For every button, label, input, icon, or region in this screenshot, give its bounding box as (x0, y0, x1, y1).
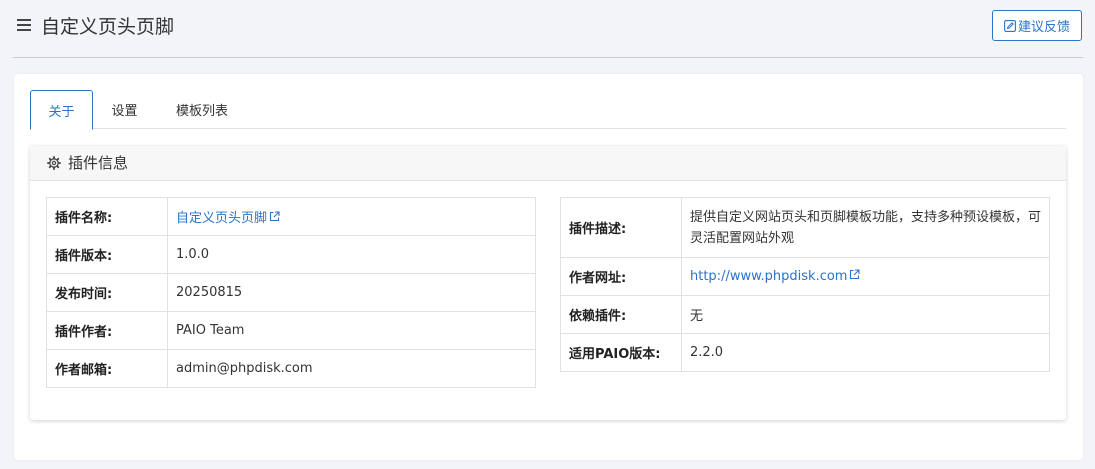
author-email-value: admin@phpdisk.com (167, 349, 536, 388)
gear-icon (47, 156, 61, 170)
plugin-author-label: 插件作者: (46, 311, 168, 350)
table-row: 依赖插件: 无 (560, 295, 1050, 334)
header-divider (13, 57, 1083, 58)
table-row: 插件作者: PAIO Team (46, 311, 536, 350)
table-row: 插件版本: 1.0.0 (46, 235, 536, 274)
plugin-info-table-left: 插件名称: 自定义页头页脚 插件版本: 1.0.0 发布时间: 20250815… (46, 197, 536, 388)
page-title: 自定义页头页脚 (41, 16, 175, 38)
tab-template-list[interactable]: 模板列表 (160, 90, 244, 129)
external-link-icon (850, 269, 861, 280)
paio-version-value: 2.2.0 (681, 333, 1050, 372)
plugin-version-value: 1.0.0 (167, 235, 536, 274)
table-row: 作者网址: http://www.phpdisk.com (560, 257, 1050, 296)
paio-version-label: 适用PAIO版本: (560, 333, 682, 372)
author-website-value: http://www.phpdisk.com (690, 269, 848, 284)
dependency-value: 无 (681, 295, 1050, 334)
plugin-info-title: 插件信息 (68, 154, 129, 172)
plugin-version-label: 插件版本: (46, 235, 168, 274)
edit-icon (1004, 19, 1016, 32)
plugin-info-header: 插件信息 (30, 146, 1066, 181)
tab-settings[interactable]: 设置 (93, 90, 156, 129)
plugin-name-cell: 自定义页头页脚 (167, 197, 536, 236)
plugin-author-value: PAIO Team (167, 311, 536, 350)
release-date-label: 发布时间: (46, 273, 168, 312)
plugin-info-table-right: 插件描述: 提供自定义网站页头和页脚模板功能，支持多种预设模板，可灵活配置网站外… (560, 197, 1050, 372)
table-row: 插件描述: 提供自定义网站页头和页脚模板功能，支持多种预设模板，可灵活配置网站外… (560, 197, 1050, 258)
table-row: 适用PAIO版本: 2.2.0 (560, 333, 1050, 372)
plugin-name-link[interactable]: 自定义页头页脚 (176, 211, 280, 226)
plugin-info-card: 插件信息 插件名称: 自定义页头页脚 插件版本: 1.0.0 发布时间: 202… (30, 146, 1066, 420)
table-row: 作者邮箱: admin@phpdisk.com (46, 349, 536, 388)
dependency-label: 依赖插件: (560, 295, 682, 334)
author-website-link[interactable]: http://www.phpdisk.com (690, 269, 861, 284)
feedback-button-label: 建议反馈 (1017, 20, 1070, 35)
plugin-description-value: 提供自定义网站页头和页脚模板功能，支持多种预设模板，可灵活配置网站外观 (681, 197, 1050, 258)
release-date-value: 20250815 (167, 273, 536, 312)
external-link-icon (269, 211, 280, 222)
plugin-name-label: 插件名称: (46, 197, 168, 236)
plugin-name-value: 自定义页头页脚 (176, 211, 268, 226)
author-website-label: 作者网址: (560, 257, 682, 296)
feedback-button[interactable]: 建议反馈 (992, 10, 1082, 41)
tab-about[interactable]: 关于 (30, 90, 93, 130)
page-header: 自定义页头页脚 建议反馈 (0, 0, 1095, 58)
table-row: 发布时间: 20250815 (46, 273, 536, 312)
main-card: 关于 设置 模板列表 插件信息 插件名称: 自定义页头页脚 插件版本: 1.0.… (14, 74, 1083, 460)
table-row: 插件名称: 自定义页头页脚 (46, 197, 536, 236)
author-email-label: 作者邮箱: (46, 349, 168, 388)
menu-icon[interactable] (17, 18, 31, 32)
author-website-cell: http://www.phpdisk.com (681, 257, 1050, 296)
tab-bar: 关于 设置 模板列表 (30, 90, 1066, 130)
plugin-description-label: 插件描述: (560, 197, 682, 258)
